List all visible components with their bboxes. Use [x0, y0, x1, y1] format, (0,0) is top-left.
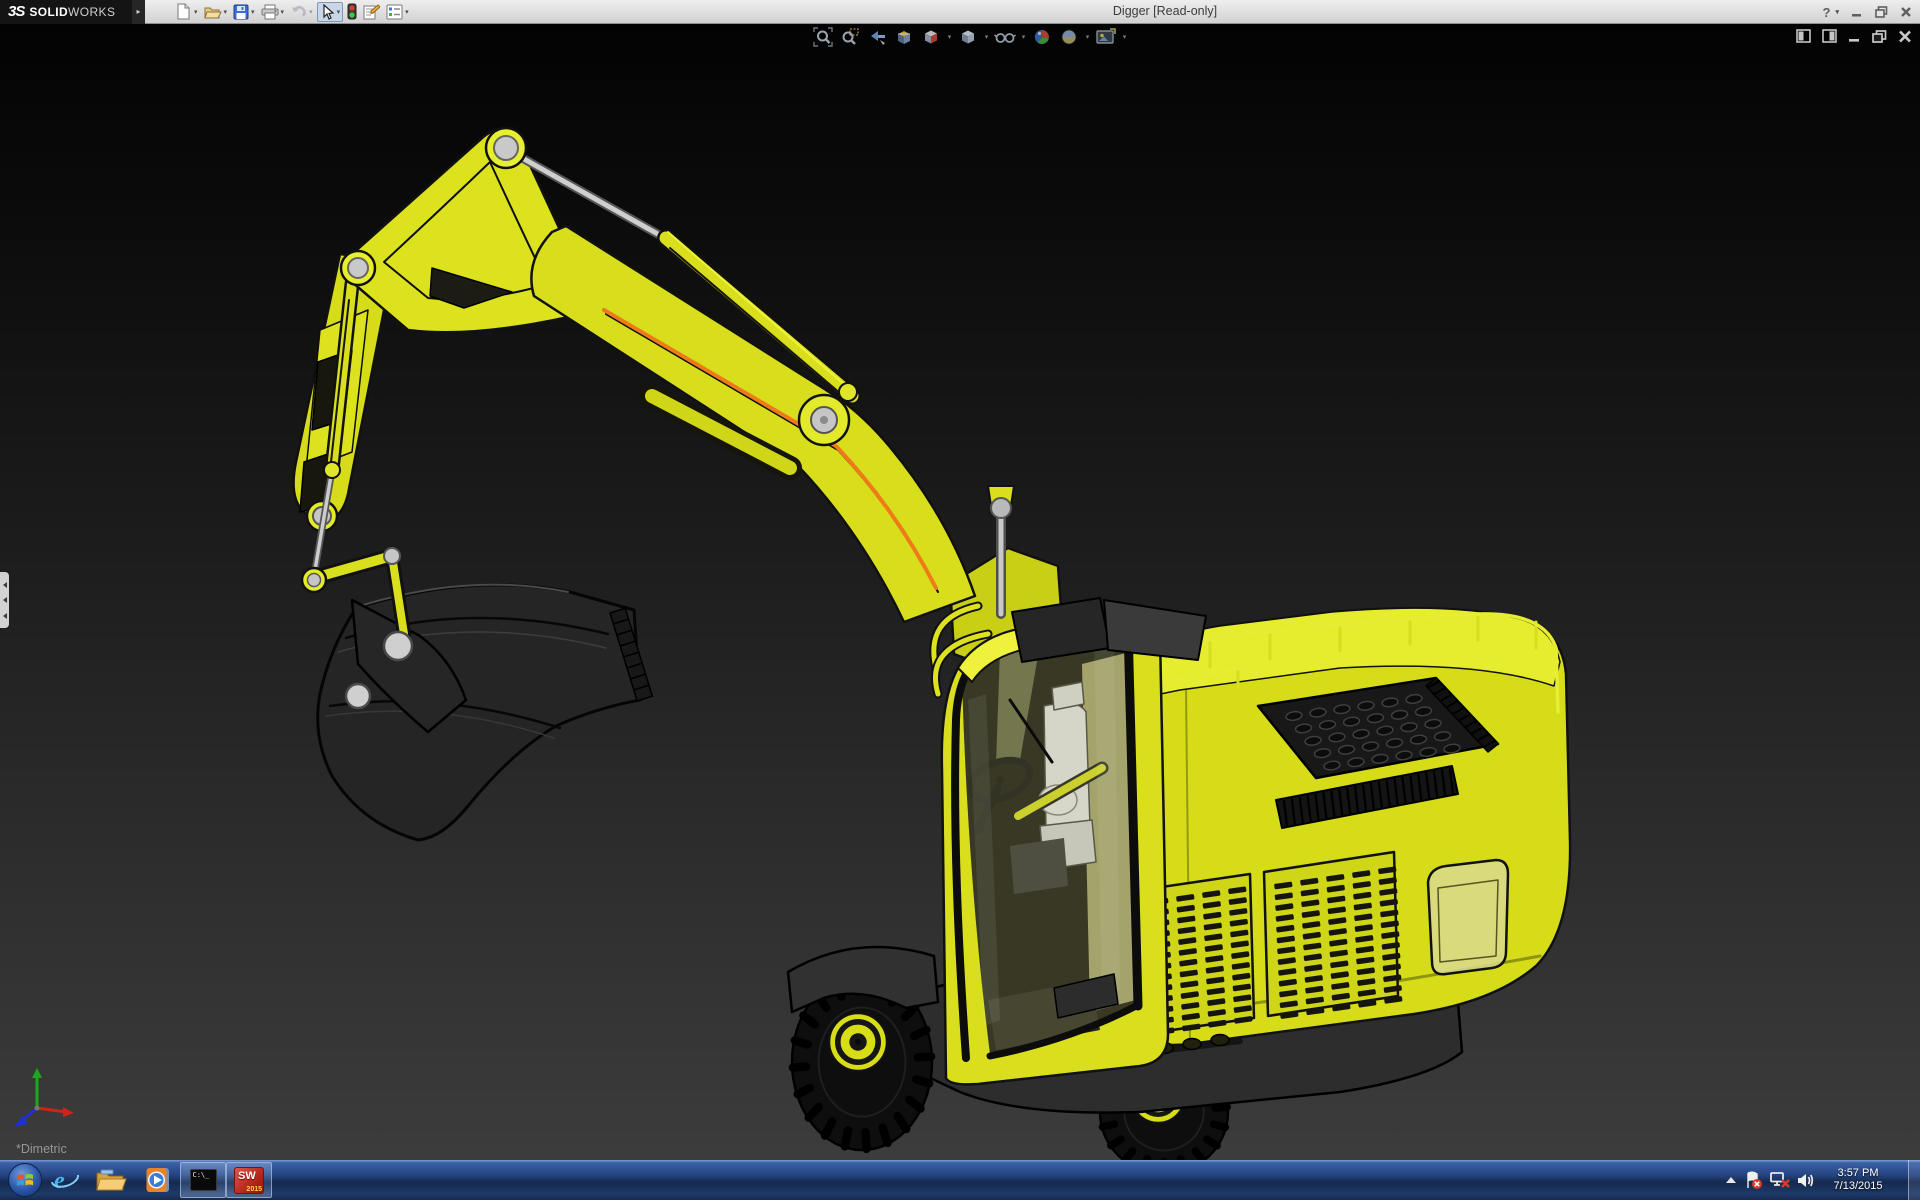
new-document-icon — [177, 3, 190, 20]
dropdown-arrow-icon[interactable]: ▾ — [1083, 33, 1092, 41]
show-hidden-icons-button[interactable] — [1725, 1175, 1737, 1185]
collapse-arrow-icon — [2, 612, 7, 619]
section-view-button[interactable] — [891, 26, 917, 47]
clock-time: 3:57 PM — [1837, 1167, 1879, 1179]
collapse-pane-right-icon[interactable] — [1822, 29, 1837, 43]
network-status-icon[interactable] — [1770, 1171, 1790, 1189]
dropdown-arrow-icon[interactable]: ▾ — [194, 8, 198, 16]
app-window-controls: ? ▾ — [1823, 0, 1912, 24]
dropdown-arrow-icon[interactable]: ▾ — [945, 33, 954, 41]
show-desktop-button[interactable] — [1908, 1160, 1920, 1200]
close-button[interactable] — [1900, 6, 1912, 18]
dropdown-arrow-icon[interactable]: ▾ — [251, 8, 255, 16]
collapse-arrow-icon — [2, 597, 7, 603]
undo-button[interactable]: ▾ — [288, 2, 315, 22]
folder-icon — [96, 1169, 127, 1191]
feature-tree-splitter-tab[interactable] — [0, 572, 9, 628]
3ds-logo-glyph: 3S — [8, 3, 25, 20]
save-floppy-icon — [233, 4, 249, 19]
dropdown-arrow-icon[interactable]: ▾ — [1019, 33, 1028, 41]
media-player-icon — [146, 1168, 169, 1192]
zoom-to-fit-button[interactable] — [810, 26, 836, 47]
volume-icon[interactable] — [1797, 1172, 1815, 1189]
minimize-button[interactable] — [1851, 6, 1863, 18]
taskbar-clock[interactable]: 3:57 PM 7/13/2015 — [1822, 1167, 1894, 1193]
graphics-viewport[interactable] — [0, 24, 1920, 1160]
solidworks-2015-icon: SW 2015 — [234, 1166, 264, 1194]
dropdown-arrow-icon[interactable]: ▾ — [405, 8, 409, 16]
menu-flyout-arrow[interactable]: ▸ — [132, 0, 145, 24]
dropdown-arrow-icon[interactable]: ▾ — [337, 8, 341, 16]
display-style-button[interactable] — [955, 26, 981, 47]
heads-up-view-toolbar: ▾ ▾ ▾ ▾ ▾ — [810, 26, 1129, 47]
view-orientation-button[interactable] — [918, 26, 944, 47]
taskbar-command-prompt[interactable]: C:\_ — [180, 1162, 226, 1198]
internet-explorer-icon: e — [51, 1168, 80, 1194]
collapse-pane-left-icon[interactable] — [1796, 29, 1811, 43]
restore-document-button[interactable] — [1872, 29, 1887, 43]
title-bar: 3S SOLIDWORKS ▸ ▾ ▾ ▾ ▾ ▾ ▾ ▾ Digger [Re… — [0, 0, 1920, 24]
traffic-light-icon — [347, 3, 357, 20]
dropdown-arrow-icon[interactable]: ▾ — [1120, 33, 1129, 41]
start-button[interactable] — [8, 1163, 42, 1197]
edit-appearance-button[interactable] — [1029, 26, 1055, 47]
taskbar-windows-explorer[interactable] — [88, 1161, 134, 1199]
system-tray: 3:57 PM 7/13/2015 — [1725, 1160, 1894, 1200]
new-document-button[interactable]: ▾ — [173, 2, 200, 22]
view-settings-button[interactable] — [1093, 26, 1119, 47]
open-folder-icon — [203, 7, 222, 18]
taskbar-media-player[interactable] — [134, 1161, 180, 1199]
svg-text:e: e — [54, 1168, 65, 1194]
printer-icon — [261, 4, 279, 19]
rebuild-button[interactable] — [345, 2, 359, 22]
document-window-controls — [1796, 29, 1912, 43]
restore-button[interactable] — [1875, 6, 1888, 18]
undo-icon — [292, 5, 306, 17]
reference-triad — [14, 1068, 74, 1127]
windows-taskbar: e C:\_ SW 2015 3:57 PM 7/13/2015 — [0, 1160, 1920, 1200]
taskbar-internet-explorer[interactable]: e — [42, 1161, 88, 1199]
dropdown-arrow-icon[interactable]: ▾ — [281, 8, 285, 16]
clock-date: 7/13/2015 — [1833, 1180, 1883, 1192]
dropdown-arrow-icon[interactable]: ▾ — [1835, 8, 1839, 16]
note-pencil-icon — [363, 3, 381, 19]
dropdown-arrow-icon[interactable]: ▾ — [224, 8, 228, 16]
solidworks-logo: 3S SOLIDWORKS — [0, 0, 132, 24]
solidworks-wordmark: SOLIDWORKS — [29, 4, 116, 19]
zoom-to-area-button[interactable] — [837, 26, 863, 47]
apply-scene-button[interactable] — [1056, 26, 1082, 47]
select-cursor-icon — [322, 3, 334, 20]
view-orientation-label: *Dimetric — [16, 1142, 67, 1156]
options-checklist-icon — [386, 4, 403, 19]
taskbar-solidworks-2015[interactable]: SW 2015 — [226, 1162, 272, 1198]
close-document-button[interactable] — [1898, 30, 1912, 43]
standard-toolbar: ▾ ▾ ▾ ▾ ▾ ▾ ▾ — [173, 1, 411, 22]
file-properties-button[interactable] — [361, 2, 382, 22]
open-document-button[interactable]: ▾ — [202, 2, 230, 22]
help-button[interactable]: ? ▾ — [1823, 5, 1839, 20]
command-prompt-icon: C:\_ — [189, 1169, 217, 1191]
options-button[interactable]: ▾ — [384, 2, 411, 22]
print-button[interactable]: ▾ — [259, 2, 287, 22]
windows-flag-icon — [17, 1173, 33, 1186]
select-tool-button[interactable]: ▾ — [316, 1, 344, 22]
collapse-arrow-icon — [2, 581, 7, 588]
window-title: Digger [Read-only] — [1112, 4, 1218, 18]
dropdown-arrow-icon[interactable]: ▾ — [982, 33, 991, 41]
action-center-icon[interactable] — [1744, 1171, 1763, 1190]
minimize-document-button[interactable] — [1848, 30, 1861, 43]
hide-show-items-button[interactable] — [992, 26, 1018, 47]
dropdown-arrow-icon[interactable]: ▾ — [309, 8, 313, 16]
save-button[interactable]: ▾ — [231, 2, 257, 22]
previous-view-button[interactable] — [864, 26, 890, 47]
